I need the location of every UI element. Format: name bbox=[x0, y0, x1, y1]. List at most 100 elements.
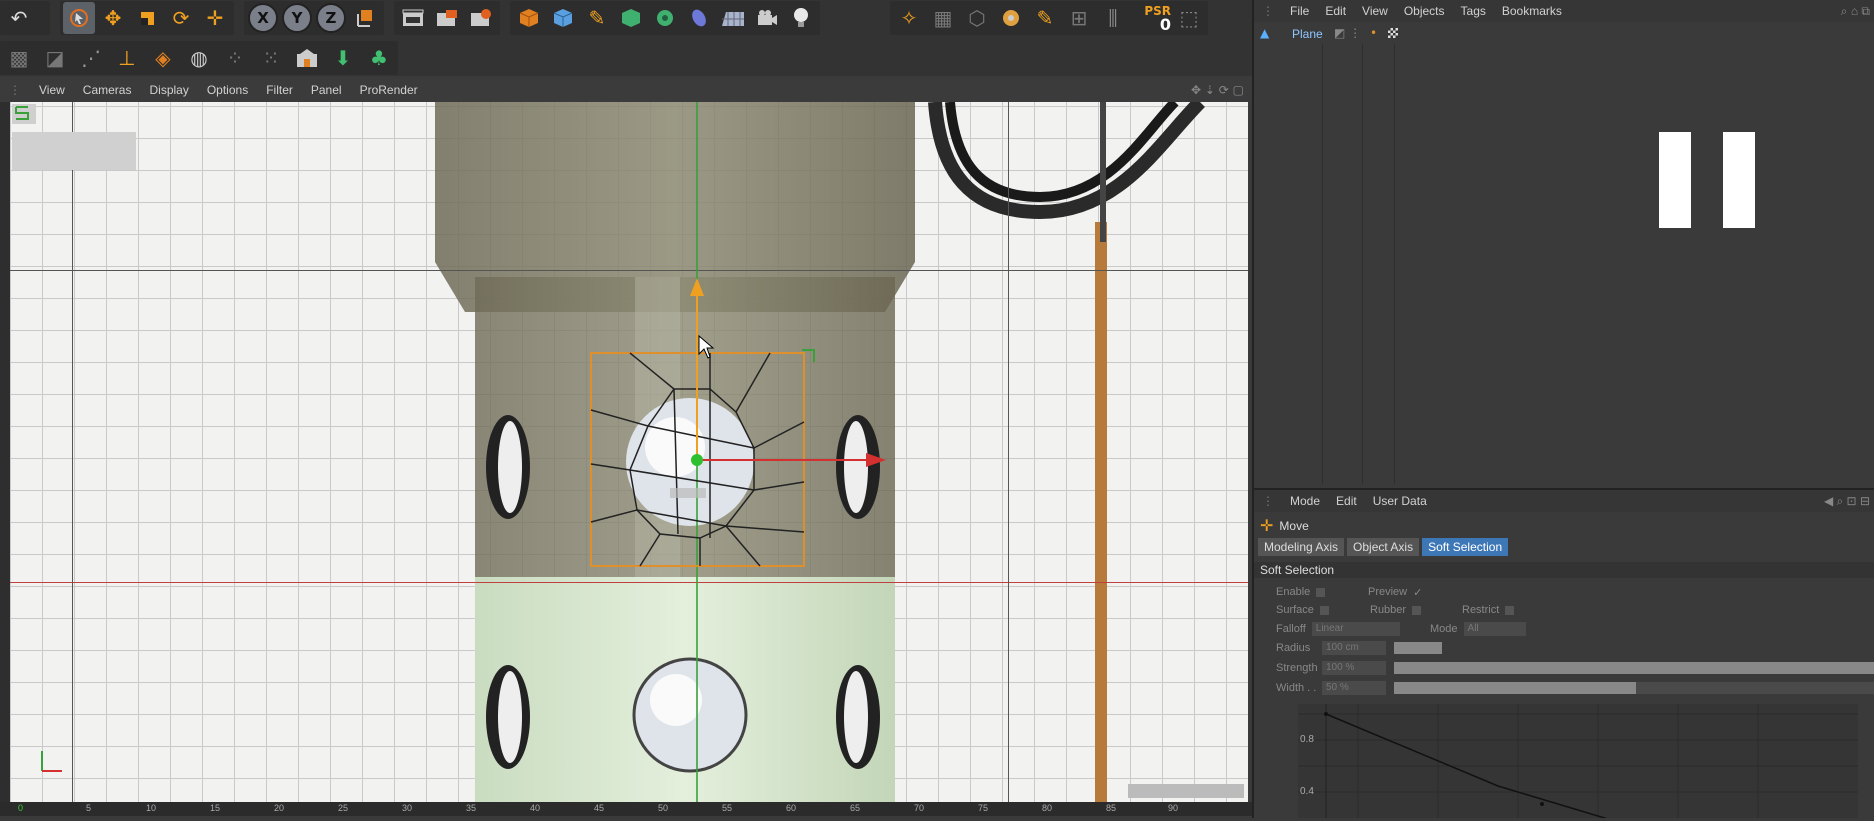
tool-group: ✥ ⟳ ✛ bbox=[60, 1, 234, 35]
viewport-menu-options[interactable]: Options bbox=[198, 83, 257, 97]
perspective-cube-icon[interactable]: ⬚ bbox=[1173, 2, 1205, 34]
mode-dropdown[interactable]: All bbox=[1463, 622, 1526, 636]
rubber-checkbox[interactable] bbox=[1412, 605, 1422, 615]
select-icon[interactable] bbox=[63, 2, 95, 34]
tree-icon[interactable]: ♣ bbox=[363, 42, 395, 74]
points-mode-icon[interactable]: ⋰ bbox=[75, 42, 107, 74]
attr-tabs: Modeling Axis Object Axis Soft Selection bbox=[1258, 538, 1511, 556]
preview-row: Preview ✓ bbox=[1368, 584, 1422, 600]
strength-input[interactable]: 100 % bbox=[1322, 661, 1386, 675]
tab-modeling-axis[interactable]: Modeling Axis bbox=[1258, 538, 1345, 556]
attr-menu-mode[interactable]: Mode bbox=[1282, 494, 1328, 508]
generator-icon[interactable] bbox=[615, 2, 647, 34]
tab-soft-selection[interactable]: Soft Selection bbox=[1422, 538, 1509, 556]
enable-axis-icon[interactable] bbox=[291, 42, 323, 74]
timeline-tick: 10 bbox=[146, 803, 157, 813]
axis-mode-icon[interactable]: ⁘ bbox=[219, 42, 251, 74]
scale-tool-icon[interactable] bbox=[131, 2, 163, 34]
menu-grip-icon: ⋮ bbox=[1262, 494, 1274, 508]
texture-tag-icon[interactable] bbox=[1388, 28, 1398, 38]
objects-menu-objects[interactable]: Objects bbox=[1396, 4, 1453, 18]
surface-checkbox[interactable] bbox=[1319, 605, 1329, 615]
viewport-menu-filter[interactable]: Filter bbox=[257, 83, 302, 97]
objects-menu-edit[interactable]: Edit bbox=[1317, 4, 1354, 18]
undo-icon[interactable]: ↶ bbox=[3, 2, 35, 34]
viewport-menu-panel[interactable]: Panel bbox=[302, 83, 351, 97]
quantize-icon[interactable]: ⊞ bbox=[1063, 2, 1095, 34]
sliders-icon[interactable]: ⫼ bbox=[1097, 2, 1129, 34]
enable-checkbox[interactable] bbox=[1316, 587, 1326, 597]
tag-icon[interactable]: • bbox=[1370, 26, 1377, 40]
viewport-menu-prorender[interactable]: ProRender bbox=[351, 83, 427, 97]
strength-label: Strength bbox=[1276, 662, 1318, 674]
camera-icon[interactable] bbox=[751, 2, 783, 34]
radius-slider[interactable] bbox=[1394, 642, 1442, 654]
floor-icon[interactable] bbox=[717, 2, 749, 34]
coordinate-system-icon[interactable] bbox=[349, 2, 381, 34]
width-slider[interactable] bbox=[1394, 682, 1874, 694]
objects-menu-file[interactable]: File bbox=[1282, 4, 1317, 18]
pen-spline-icon[interactable]: ✎ bbox=[581, 2, 613, 34]
enable-label: Enable bbox=[1276, 586, 1311, 598]
x-axis-lock-button[interactable]: X bbox=[248, 3, 278, 33]
snap-icon[interactable]: ✧ bbox=[893, 2, 925, 34]
solo-mode-icon[interactable]: ⁙ bbox=[255, 42, 287, 74]
viewport-menu-display[interactable]: Display bbox=[140, 83, 197, 97]
objects-menu-tags[interactable]: Tags bbox=[1453, 4, 1494, 18]
layer-visibility-icon[interactable]: ◩ ⋮ bbox=[1334, 26, 1361, 40]
model-mode-icon[interactable]: ▩ bbox=[3, 42, 35, 74]
falloff-row: Falloff Linear bbox=[1276, 621, 1400, 637]
restrict-checkbox[interactable] bbox=[1505, 605, 1515, 615]
mograph-cloner-icon[interactable] bbox=[649, 2, 681, 34]
strength-slider[interactable] bbox=[1394, 662, 1874, 674]
rotate-tool-icon[interactable]: ⟳ bbox=[165, 2, 197, 34]
render-picture-viewer-icon[interactable] bbox=[431, 2, 463, 34]
psr-indicator[interactable]: PSR 0 bbox=[1131, 2, 1171, 34]
radius-input[interactable]: 100 cm bbox=[1322, 641, 1386, 655]
timeline-ruler[interactable]: 0 5 10 15 20 25 30 35 40 45 50 55 60 65 … bbox=[0, 802, 1252, 816]
edges-mode-icon[interactable]: ⊥ bbox=[111, 42, 143, 74]
rubber-label: Rubber bbox=[1370, 604, 1407, 616]
falloff-graph[interactable]: 0.8 0.4 bbox=[1298, 704, 1858, 821]
tab-object-axis[interactable]: Object Axis bbox=[1347, 538, 1420, 556]
objects-menu-bookmarks[interactable]: Bookmarks bbox=[1494, 4, 1570, 18]
polygons-mode-icon[interactable]: ◈ bbox=[147, 42, 179, 74]
move-tool-icon[interactable]: ✥ bbox=[97, 2, 129, 34]
cube-icon[interactable] bbox=[513, 2, 545, 34]
viewport-frame-icon[interactable] bbox=[12, 104, 36, 124]
deformer-icon[interactable] bbox=[683, 2, 715, 34]
axis-modify-icon[interactable]: ⬡ bbox=[961, 2, 993, 34]
objects-menu-view[interactable]: View bbox=[1354, 4, 1396, 18]
viewport[interactable] bbox=[10, 102, 1248, 802]
falloff-label: Falloff bbox=[1276, 623, 1306, 635]
falloff-dropdown[interactable]: Linear bbox=[1311, 622, 1400, 636]
object-name-plane[interactable]: Plane bbox=[1292, 27, 1323, 41]
light-icon[interactable] bbox=[785, 2, 817, 34]
render-settings-icon[interactable] bbox=[465, 2, 497, 34]
render-view-icon[interactable] bbox=[397, 2, 429, 34]
y-axis-lock-button[interactable]: Y bbox=[282, 3, 312, 33]
menu-grip-icon: ⋮ bbox=[9, 83, 21, 97]
timeline-tick: 0 bbox=[18, 803, 24, 813]
workplane-icon[interactable]: ▦ bbox=[927, 2, 959, 34]
brush-icon[interactable]: ✎ bbox=[1029, 2, 1061, 34]
object-manager: ⋮ File Edit View Objects Tags Bookmarks … bbox=[1252, 0, 1874, 488]
drop-to-floor-icon[interactable]: ⬇ bbox=[327, 42, 359, 74]
uv-mode-icon[interactable]: ◍ bbox=[183, 42, 215, 74]
width-input[interactable]: 50 % bbox=[1322, 681, 1386, 695]
viewport-nav-icons[interactable]: ✥ ⇣ ⟳ ▢ bbox=[1191, 83, 1244, 97]
texture-mode-icon[interactable]: ◪ bbox=[39, 42, 71, 74]
object-row-plane[interactable]: ▲ Plane ◩ ⋮ • bbox=[1254, 24, 1874, 44]
live-selection-icon[interactable]: ✛ bbox=[199, 2, 231, 34]
objects-search-icon[interactable]: ⌕ ⌂ ⧉ bbox=[1841, 4, 1870, 19]
move-gizmo[interactable] bbox=[10, 102, 1248, 802]
attr-menu-edit[interactable]: Edit bbox=[1328, 494, 1365, 508]
preview-checkbox[interactable]: ✓ bbox=[1413, 586, 1422, 599]
attr-menu-user-data[interactable]: User Data bbox=[1365, 494, 1435, 508]
subdivision-surface-icon[interactable] bbox=[547, 2, 579, 34]
viewport-menu-view[interactable]: View bbox=[30, 83, 74, 97]
tweak-icon[interactable] bbox=[995, 2, 1027, 34]
attr-nav-icons[interactable]: ◀ ⌕ ⊡ ⊟ bbox=[1824, 494, 1870, 509]
z-axis-lock-button[interactable]: Z bbox=[316, 3, 346, 33]
viewport-menu-cameras[interactable]: Cameras bbox=[74, 83, 141, 97]
